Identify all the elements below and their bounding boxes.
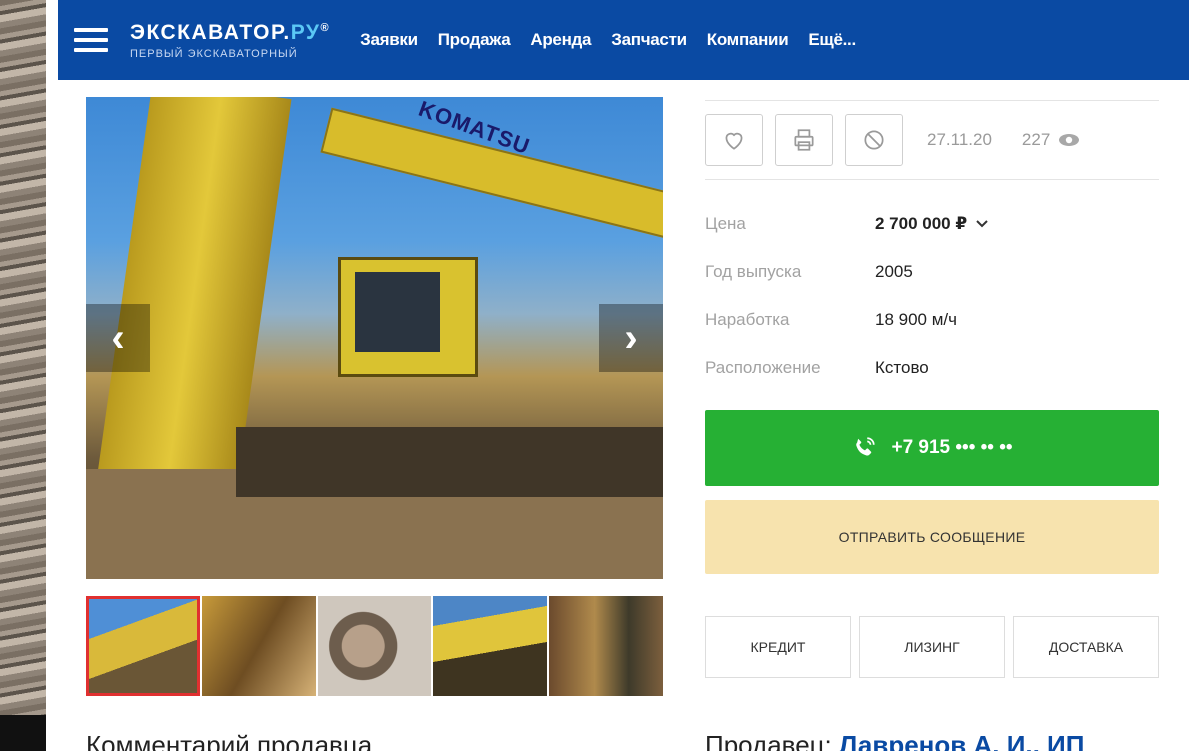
price-value[interactable]: 2 700 000 ₽ — [875, 214, 989, 234]
chevron-down-icon — [976, 220, 988, 228]
credit-button[interactable]: КРЕДИТ — [705, 616, 851, 678]
nav-item-companies[interactable]: Компании — [707, 30, 789, 50]
view-count: 227 — [1022, 130, 1080, 150]
nav-item-requests[interactable]: Заявки — [360, 30, 418, 50]
extra-services: КРЕДИТ ЛИЗИНГ ДОСТАВКА — [705, 616, 1159, 678]
nav-item-rent[interactable]: Аренда — [530, 30, 591, 50]
thumbnail-1[interactable] — [86, 596, 200, 696]
print-button[interactable] — [775, 114, 833, 166]
logo-text: ЭКСКАВАТОР.РУ® — [130, 20, 331, 44]
phone-number: +7 915 ••• •• •• — [891, 437, 1013, 458]
show-phone-button[interactable]: +7 915 ••• •• •• — [705, 410, 1159, 486]
phone-icon — [856, 437, 876, 456]
block-icon — [864, 130, 884, 150]
spec-row: Цена 2 700 000 ₽ — [705, 200, 1159, 248]
eye-icon — [1059, 134, 1080, 146]
leasing-button[interactable]: ЛИЗИНГ — [859, 616, 1005, 678]
thumbnail-2[interactable] — [201, 596, 316, 696]
next-photo-button[interactable]: › — [599, 304, 663, 372]
nav-item-parts[interactable]: Запчасти — [611, 30, 687, 50]
thumbnail-4[interactable] — [433, 596, 548, 696]
menu-icon[interactable] — [74, 28, 108, 52]
listing-actions: 27.11.20 227 — [705, 100, 1159, 180]
seller-heading: Продавец: Лавренов А. И., ИП — [705, 730, 1159, 751]
spec-row: Год выпуска 2005 — [705, 262, 913, 281]
site-header: ЭКСКАВАТОР.РУ® ПЕРВЫЙ ЭКСКАВАТОРНЫЙ Заяв… — [58, 0, 1189, 80]
thumbnail-3[interactable] — [317, 596, 432, 696]
send-message-button[interactable]: ОТПРАВИТЬ СООБЩЕНИЕ — [705, 500, 1159, 574]
delivery-button[interactable]: ДОСТАВКА — [1013, 616, 1159, 678]
main-photo[interactable]: KOMATSU ‹ › — [86, 97, 663, 579]
seller-comment-heading: Комментарий продавца — [86, 730, 373, 751]
spec-row: Расположение Кстово — [705, 358, 929, 377]
thumbnail-strip — [86, 596, 663, 696]
background-photo-strip — [0, 0, 46, 751]
printer-icon — [794, 129, 814, 151]
favorite-button[interactable] — [705, 114, 763, 166]
logo-tagline: ПЕРВЫЙ ЭКСКАВАТОРНЫЙ — [130, 47, 298, 60]
nav-item-more[interactable]: Ещё... — [808, 30, 856, 50]
site-logo[interactable]: ЭКСКАВАТОР.РУ® ПЕРВЫЙ ЭКСКАВАТОРНЫЙ — [130, 21, 330, 60]
spec-row: Наработка 18 900 м/ч — [705, 310, 957, 329]
listing-date: 27.11.20 — [927, 130, 992, 149]
main-nav: Заявки Продажа Аренда Запчасти Компании … — [360, 30, 856, 50]
chevron-right-icon: › — [624, 315, 638, 360]
heart-icon — [725, 132, 743, 150]
thumbnail-5[interactable] — [549, 596, 663, 696]
seller-link[interactable]: Лавренов А. И., ИП — [839, 730, 1084, 751]
spec-table: Цена 2 700 000 ₽ Год выпуска 2005 Нарабо… — [705, 200, 1159, 392]
block-button[interactable] — [845, 114, 903, 166]
chevron-left-icon: ‹ — [111, 315, 125, 360]
background-dark-area — [0, 715, 46, 751]
nav-item-sale[interactable]: Продажа — [438, 30, 511, 50]
prev-photo-button[interactable]: ‹ — [86, 304, 150, 372]
